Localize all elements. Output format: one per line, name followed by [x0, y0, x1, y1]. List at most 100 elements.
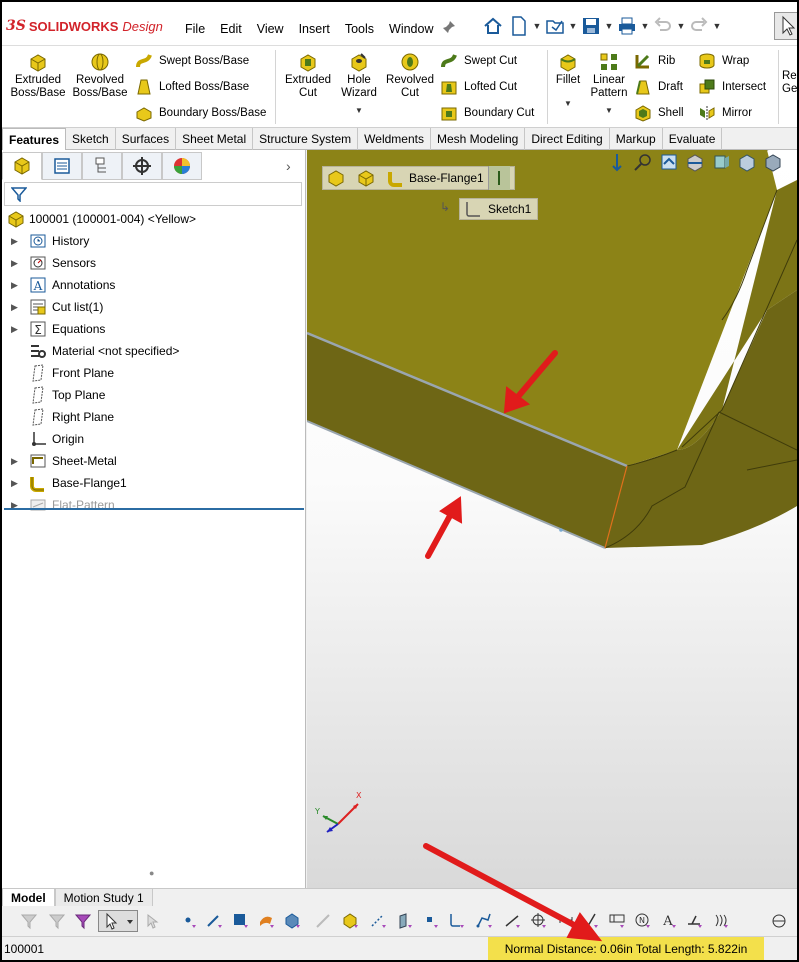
breadcrumb-edge-selection-icon[interactable] [487, 166, 510, 190]
save-dropdown-icon[interactable]: ▼ [604, 14, 614, 38]
shell-button[interactable]: Shell [634, 102, 684, 124]
tree-item-front-plane[interactable]: Front Plane [2, 362, 306, 384]
filter-curves-icon[interactable] [476, 912, 494, 930]
tree-item-material[interactable]: Material <not specified> [2, 340, 306, 362]
linear-pattern-dropdown-icon[interactable]: ▼ [586, 104, 632, 117]
filter-icon[interactable] [10, 186, 28, 205]
linear-pattern-button[interactable]: Linear Pattern ▼ [586, 50, 632, 117]
filter-geometric-tolerance-icon[interactable] [608, 912, 626, 930]
sketch-breadcrumb[interactable]: Sketch1 [459, 198, 539, 220]
open-dropdown-icon[interactable]: ▼ [568, 14, 578, 38]
hole-wizard-dropdown-icon[interactable]: ▼ [332, 104, 386, 117]
filter-vertices-icon[interactable] [180, 912, 198, 930]
menu-tools[interactable]: Tools [345, 22, 374, 36]
base-flange-icon[interactable] [387, 169, 405, 187]
draft-button[interactable]: Draft [634, 76, 683, 98]
mirror-button[interactable]: Mirror [698, 102, 752, 124]
new-document-icon[interactable] [506, 14, 532, 38]
breadcrumb-feature-label[interactable]: Base-Flange1 [409, 171, 484, 185]
panel-resize-grip-icon[interactable]: ● [149, 868, 154, 878]
select-other-icon[interactable] [144, 912, 162, 930]
swept-boss-button[interactable]: Swept Boss/Base [135, 50, 249, 72]
fillet-dropdown-icon[interactable]: ▼ [549, 97, 587, 110]
tab-mesh-modeling[interactable]: Mesh Modeling [431, 128, 526, 150]
expand-arrow-icon[interactable]: ▶ [11, 478, 21, 489]
filter-sketch-segments-icon[interactable] [370, 912, 388, 930]
filter-center-marks-icon[interactable] [530, 912, 548, 930]
new-dropdown-icon[interactable]: ▼ [532, 14, 542, 38]
reference-geometry-button-cutoff[interactable]: Re Ge [782, 70, 797, 96]
pin-menu-icon[interactable] [442, 20, 456, 37]
expand-arrow-icon[interactable]: ▶ [11, 456, 21, 467]
filter-edges-line-icon[interactable] [504, 912, 522, 930]
revolved-boss-button[interactable]: Revolved Boss/Base [70, 50, 130, 100]
filter-weld-symbols-icon[interactable] [686, 912, 704, 930]
tree-item-sensors[interactable]: ▶ Sensors [2, 252, 306, 274]
tree-item-top-plane[interactable]: Top Plane [2, 384, 306, 406]
hide-filter-icon[interactable] [48, 912, 66, 930]
tree-item-base-flange[interactable]: ▶ Base-Flange1 [2, 472, 306, 494]
zoom-to-area-icon[interactable] [633, 152, 653, 172]
menu-window[interactable]: Window [389, 22, 433, 36]
print-dropdown-icon[interactable]: ▼ [640, 14, 650, 38]
select-cursor-button[interactable] [774, 12, 797, 40]
extruded-cut-button[interactable]: Extruded Cut [279, 50, 337, 100]
filter-surface-finish-icon[interactable] [582, 912, 600, 930]
filter-surface-bodies-icon[interactable] [258, 912, 276, 930]
fillet-button[interactable]: Fillet ▼ [549, 50, 587, 110]
filter-planes-icon[interactable] [396, 912, 414, 930]
tree-item-annotations[interactable]: ▶ A Annotations [2, 274, 306, 296]
feature-manager-tab-icon[interactable] [2, 152, 42, 180]
display-manager-tab-icon[interactable] [162, 152, 202, 180]
boundary-boss-button[interactable]: Boundary Boss/Base [135, 102, 266, 124]
menu-edit[interactable]: Edit [220, 22, 242, 36]
swept-cut-button[interactable]: Swept Cut [440, 50, 517, 72]
redo-icon[interactable] [686, 14, 712, 38]
tab-weldments[interactable]: Weldments [358, 128, 431, 150]
menu-view[interactable]: View [257, 22, 284, 36]
tree-item-right-plane[interactable]: Right Plane [2, 406, 306, 428]
filter-notes-icon[interactable]: N [634, 912, 652, 930]
tree-root-part[interactable]: 100001 (100001-004) <Yellow> [2, 208, 306, 230]
tab-direct-editing[interactable]: Direct Editing [525, 128, 610, 150]
rollback-bar[interactable] [4, 508, 304, 510]
undo-icon[interactable] [650, 14, 676, 38]
save-icon[interactable] [578, 14, 604, 38]
print-icon[interactable] [614, 14, 640, 38]
filter-weld-beads-icon[interactable] [712, 912, 730, 930]
tree-item-history[interactable]: ▶ History [2, 230, 306, 252]
tab-structure-system[interactable]: Structure System [253, 128, 359, 150]
filter-faces-icon[interactable] [232, 912, 250, 930]
tab-sketch[interactable]: Sketch [66, 128, 116, 150]
tab-evaluate[interactable]: Evaluate [663, 128, 723, 150]
solidworks-logo[interactable]: 3S SOLIDWORKS Design [6, 16, 163, 36]
tree-item-equations[interactable]: ▶ Σ Equations [2, 318, 306, 340]
home-icon[interactable] [480, 14, 506, 38]
tab-model[interactable]: Model [2, 889, 55, 907]
tab-sheet-metal[interactable]: Sheet Metal [176, 128, 254, 150]
part-icon[interactable] [327, 169, 345, 187]
property-manager-tab-icon[interactable] [42, 152, 82, 180]
rib-button[interactable]: Rib [634, 50, 675, 72]
graphics-viewport[interactable]: Base-Flange1 ↳ Sketch1 X Y [307, 150, 797, 888]
filter-solid-bodies-icon[interactable] [284, 912, 302, 930]
filter-axes-icon[interactable] [314, 912, 332, 930]
wrap-button[interactable]: Wrap [698, 50, 749, 72]
tree-item-origin[interactable]: Origin [2, 428, 306, 450]
clear-filters-icon[interactable] [74, 912, 92, 930]
extruded-boss-button[interactable]: Extruded Boss/Base [8, 50, 68, 100]
menu-file[interactable]: File [185, 22, 205, 36]
configuration-manager-tab-icon[interactable] [82, 152, 122, 180]
filter-sketch-points-icon[interactable] [422, 912, 440, 930]
intersect-button[interactable]: Intersect [698, 76, 766, 98]
tab-features[interactable]: Features [2, 128, 67, 151]
dimxpert-tab-icon[interactable] [122, 152, 162, 180]
tree-item-flat-pattern[interactable]: ▶ Flat-Pattern [2, 494, 306, 516]
section-view-icon[interactable] [685, 152, 705, 172]
display-style-icon[interactable] [763, 152, 783, 172]
tab-motion-study[interactable]: Motion Study 1 [54, 889, 153, 907]
menu-insert[interactable]: Insert [299, 22, 330, 36]
panel-expand-chevron-icon[interactable]: › [286, 158, 291, 174]
tree-item-sheet-metal[interactable]: ▶ Sheet-Metal [2, 450, 306, 472]
toggle-filter-icon[interactable] [20, 912, 38, 930]
